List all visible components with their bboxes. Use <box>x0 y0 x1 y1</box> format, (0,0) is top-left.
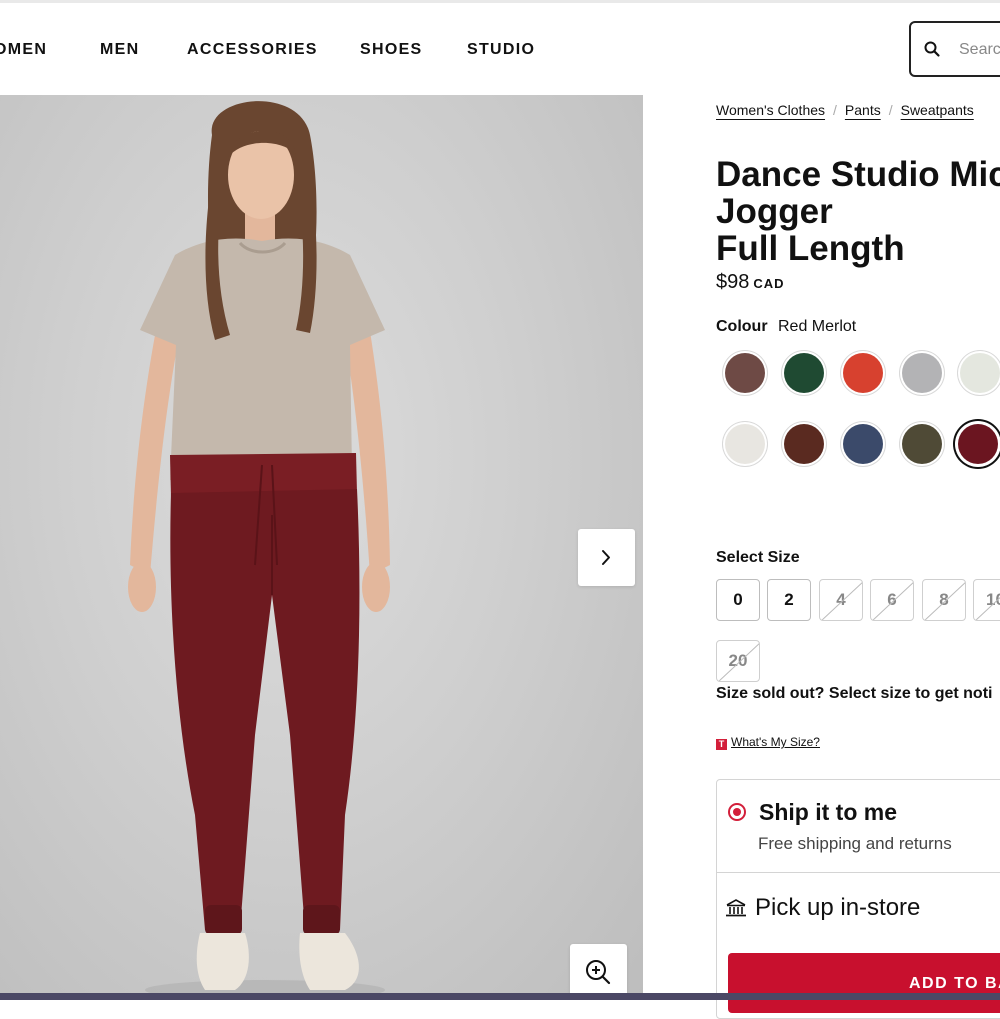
colour-swatch[interactable] <box>843 353 883 393</box>
size-option[interactable]: 4 <box>819 579 863 621</box>
product-title-line: Dance Studio Mic <box>716 155 1000 194</box>
size-option[interactable]: 0 <box>716 579 760 621</box>
next-image-button[interactable] <box>578 529 635 586</box>
main-nav: OMEN MEN ACCESSORIES SHOES STUDIO Searc <box>0 0 1000 95</box>
colour-swatch[interactable] <box>784 353 824 393</box>
zoom-button[interactable] <box>570 944 627 1000</box>
breadcrumb-sweatpants[interactable]: Sweatpants <box>901 102 974 118</box>
select-size-label: Select Size <box>716 549 800 566</box>
size-option[interactable]: 2 <box>767 579 811 621</box>
nav-accessories[interactable]: ACCESSORIES <box>187 41 318 59</box>
colour-selected-name: Red Merlot <box>778 318 857 335</box>
nav-women[interactable]: OMEN <box>0 41 47 59</box>
price-value: $98 <box>716 271 750 293</box>
whats-my-size-link[interactable]: What's My Size? <box>731 735 820 749</box>
size-option[interactable]: 8 <box>922 579 966 621</box>
ship-radio[interactable] <box>728 803 746 821</box>
colour-swatch[interactable] <box>960 353 1000 393</box>
ship-option-subtitle: Free shipping and returns <box>758 834 952 853</box>
size-tool-logo: T <box>716 739 727 750</box>
product-title-line: Jogger <box>716 192 833 231</box>
product-image[interactable] <box>0 95 643 1000</box>
nav-studio[interactable]: STUDIO <box>467 41 535 59</box>
ship-option-title[interactable]: Ship it to me <box>759 799 897 826</box>
chevron-right-icon <box>602 550 610 565</box>
sold-out-note: Size sold out? Select size to get noti <box>716 685 993 702</box>
search-placeholder: Searc <box>959 41 1000 58</box>
model-illustration <box>128 101 390 1000</box>
nav-shoes[interactable]: SHOES <box>360 41 423 59</box>
whats-my-size: T What's My Size? <box>716 735 820 750</box>
search-icon <box>924 41 940 57</box>
breadcrumb-womens-clothes[interactable]: Women's Clothes <box>716 102 825 118</box>
zoom-in-icon <box>586 960 611 985</box>
size-option[interactable]: 20 <box>716 640 760 682</box>
add-to-bag-button[interactable]: ADD TO BA <box>728 953 1000 1013</box>
product-title-line: Full Length <box>716 229 905 268</box>
colour-swatch[interactable] <box>902 424 942 464</box>
colour-swatch-selected[interactable] <box>958 424 998 464</box>
colour-swatch[interactable] <box>784 424 824 464</box>
colour-swatch[interactable] <box>843 424 883 464</box>
breadcrumb-separator: / <box>888 102 893 118</box>
product-price: $98 CAD <box>716 271 785 294</box>
colour-label: Colour <box>716 318 768 335</box>
size-option[interactable]: 10 <box>973 579 1000 621</box>
colour-swatch[interactable] <box>725 353 765 393</box>
size-option[interactable]: 6 <box>870 579 914 621</box>
breadcrumb-separator: / <box>833 102 837 118</box>
breadcrumb-pants[interactable]: Pants <box>845 102 881 118</box>
nav-men[interactable]: MEN <box>100 41 139 59</box>
bottom-bar <box>0 993 1000 1000</box>
search-input[interactable]: Searc <box>909 21 1000 77</box>
pickup-option-title[interactable]: Pick up in-store <box>755 894 920 922</box>
store-icon <box>726 899 746 917</box>
breadcrumb: Women's Clothes / Pants / Sweatpants <box>716 102 974 118</box>
colour-swatch[interactable] <box>725 424 765 464</box>
price-currency: CAD <box>753 276 785 291</box>
colour-selection: Colour Red Merlot <box>716 318 856 336</box>
colour-swatch[interactable] <box>902 353 942 393</box>
product-title: Dance Studio Mic Jogger Full Length <box>716 156 1000 267</box>
divider <box>717 872 1000 873</box>
